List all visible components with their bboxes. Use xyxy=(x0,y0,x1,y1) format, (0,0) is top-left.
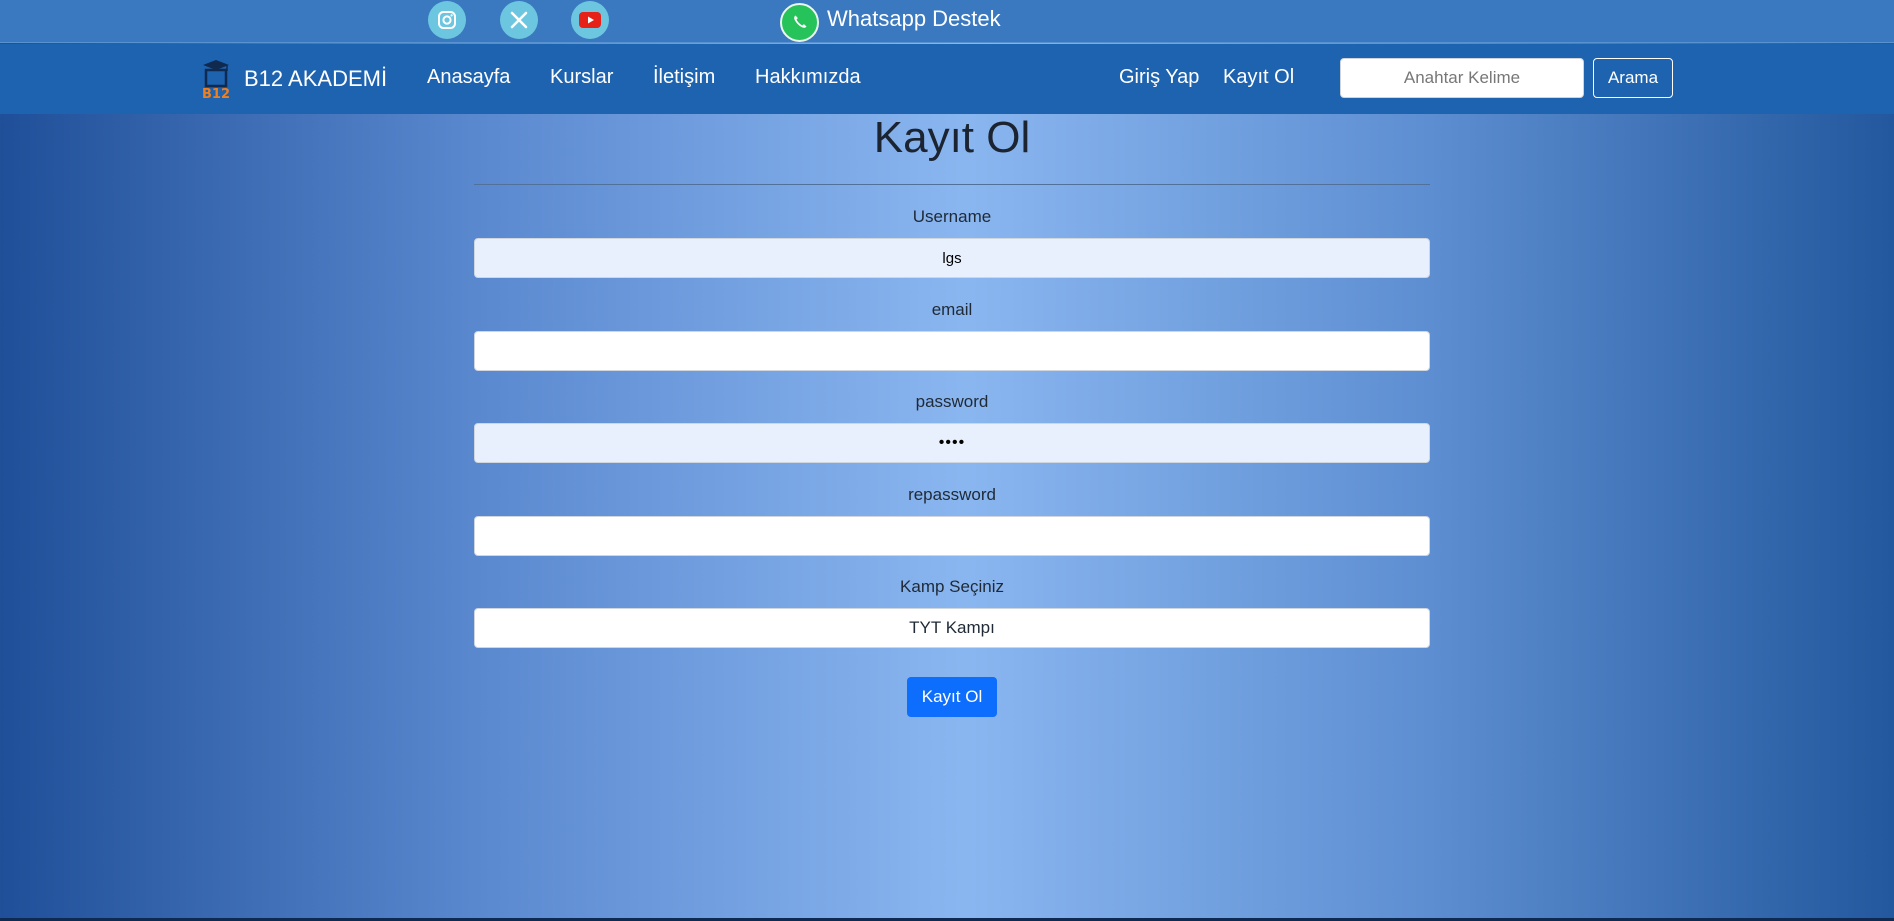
brand-link[interactable]: B12 B12 AKADEMİ xyxy=(200,56,387,102)
camp-select-label: Kamp Seçiniz xyxy=(900,577,1004,596)
x-twitter-icon[interactable] xyxy=(500,1,538,39)
social-topbar: Whatsapp Destek xyxy=(0,0,1894,43)
whatsapp-icon xyxy=(780,2,819,42)
youtube-icon[interactable] xyxy=(571,1,609,39)
academy-logo-icon: B12 xyxy=(202,60,230,102)
camp-selected-value: TYT Kampı xyxy=(909,618,995,637)
username-input[interactable] xyxy=(474,238,1430,278)
brand-name: B12 AKADEMİ xyxy=(244,66,388,91)
instagram-icon[interactable] xyxy=(428,1,466,39)
whatsapp-support-link[interactable]: Whatsapp Destek xyxy=(780,2,1001,42)
nav-link-login[interactable]: Giriş Yap xyxy=(1119,66,1199,89)
page-title: Kayıt Ol xyxy=(873,113,1031,162)
whatsapp-label: Whatsapp Destek xyxy=(827,6,1001,31)
username-label: Username xyxy=(912,207,992,226)
main-navbar: B12 B12 AKADEMİ Anasayfa Kurslar İletişi… xyxy=(0,44,1894,114)
repassword-label: repassword xyxy=(908,485,996,504)
title-divider xyxy=(474,184,1430,185)
password-label: password xyxy=(915,392,989,411)
nav-link-hakkimizda[interactable]: Hakkımızda xyxy=(755,66,861,89)
search-button[interactable]: Arama xyxy=(1593,58,1673,98)
register-submit-button[interactable]: Kayıt Ol xyxy=(907,677,997,717)
nav-link-kurslar[interactable]: Kurslar xyxy=(550,66,613,89)
email-label: email xyxy=(931,300,973,319)
search-input[interactable] xyxy=(1340,58,1584,98)
nav-link-register[interactable]: Kayıt Ol xyxy=(1223,66,1294,89)
email-input[interactable] xyxy=(474,331,1430,371)
nav-link-iletisim[interactable]: İletişim xyxy=(653,66,715,89)
password-input[interactable] xyxy=(474,423,1430,463)
camp-select[interactable]: TYT Kampı xyxy=(474,608,1430,648)
repassword-input[interactable] xyxy=(474,516,1430,556)
svg-text:B12: B12 xyxy=(202,87,230,102)
nav-link-anasayfa[interactable]: Anasayfa xyxy=(427,66,510,89)
